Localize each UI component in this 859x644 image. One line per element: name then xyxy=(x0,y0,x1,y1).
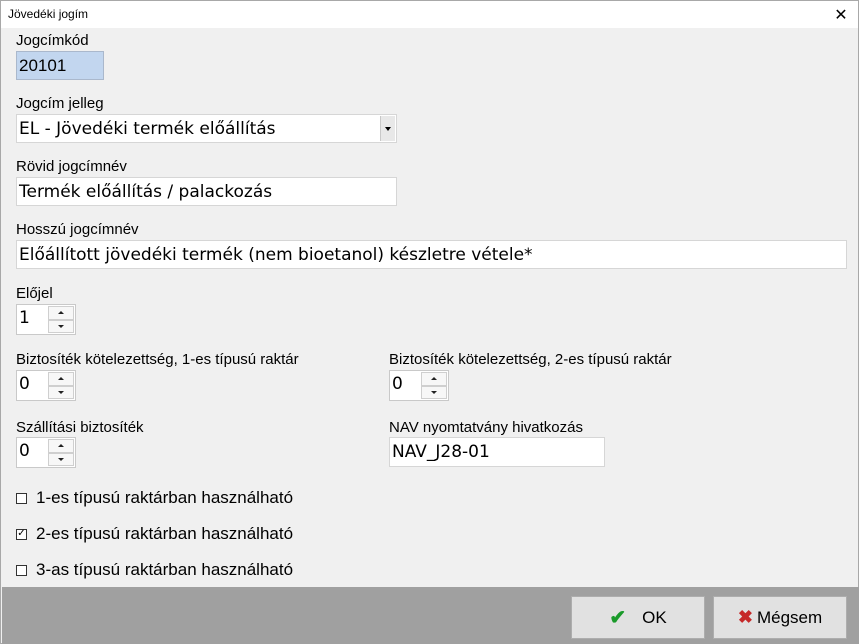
transport-guarantee-value: 0 xyxy=(19,441,30,461)
code-field[interactable]: 20101 xyxy=(16,51,104,80)
transport-guarantee-label: Szállítási biztosíték xyxy=(16,419,144,436)
type-select[interactable]: EL - Jövedéki termék előállítás xyxy=(16,114,397,143)
spin-up-button[interactable] xyxy=(421,372,447,386)
checkbox-type2-label: 2-es típusú raktárban használható xyxy=(36,524,294,543)
short-name-value: Termék előállítás / palackozás xyxy=(19,181,273,202)
close-button[interactable]: ✕ xyxy=(824,1,858,28)
spin-down-button[interactable] xyxy=(48,452,74,466)
guarantee-type2-stepper[interactable]: 0 xyxy=(389,370,449,401)
guarantee-type1-value: 0 xyxy=(19,374,30,394)
window-title: Jövedéki jogím xyxy=(8,7,89,21)
arrow-up-icon xyxy=(431,377,437,381)
spin-down-button[interactable] xyxy=(48,319,74,333)
x-icon: ✖ xyxy=(737,607,753,627)
arrow-down-icon xyxy=(431,390,437,394)
code-label: Jogcímkód xyxy=(16,32,89,49)
guarantee-type1-label: Biztosíték kötelezettség, 1-es típusú ra… xyxy=(16,351,299,368)
cancel-button-label: Mégsem xyxy=(756,607,823,627)
checkbox-type2-box[interactable]: ✓ xyxy=(16,528,27,540)
type-value: EL - Jövedéki termék előállítás xyxy=(19,118,276,139)
close-icon: ✕ xyxy=(834,5,848,24)
type-label: Jogcím jelleg xyxy=(16,95,104,112)
arrow-down-icon xyxy=(58,457,64,461)
checkbox-type3-label: 3-as típusú raktárban használható xyxy=(36,560,294,579)
sign-value: 1 xyxy=(19,308,30,328)
button-bar: ✔ OK ✖ Mégsem xyxy=(2,587,859,644)
checkbox-type1-label: 1-es típusú raktárban használható xyxy=(36,488,294,507)
code-value: 20101 xyxy=(19,55,67,75)
nav-ref-value: NAV_J28-01 xyxy=(392,442,490,462)
checkbox-type1-box[interactable] xyxy=(16,492,27,504)
checkbox-type3-box[interactable] xyxy=(16,564,27,576)
arrow-up-icon xyxy=(58,444,64,448)
guarantee-type2-label: Biztosíték kötelezettség, 2-es típusú ra… xyxy=(389,351,672,368)
spin-down-button[interactable] xyxy=(421,385,447,399)
checkmark-icon: ✔ xyxy=(609,607,627,629)
chevron-down-icon[interactable] xyxy=(380,116,395,141)
sign-label: Előjel xyxy=(16,285,53,302)
checkbox-type3[interactable]: 3-as típusú raktárban használható xyxy=(16,560,293,580)
guarantee-type1-stepper[interactable]: 0 xyxy=(16,370,76,401)
short-name-label: Rövid jogcímnév xyxy=(16,158,127,175)
title-bar: Jövedéki jogím ✕ xyxy=(1,1,858,28)
spin-down-button[interactable] xyxy=(48,385,74,399)
checkbox-type2[interactable]: ✓ 2-es típusú raktárban használható xyxy=(16,524,293,544)
ok-button-label: OK xyxy=(642,607,667,627)
checkbox-type1[interactable]: 1-es típusú raktárban használható xyxy=(16,488,293,508)
nav-ref-label: NAV nyomtatvány hivatkozás xyxy=(389,419,583,436)
transport-guarantee-stepper[interactable]: 0 xyxy=(16,437,76,468)
arrow-down-icon xyxy=(58,324,64,328)
spin-up-button[interactable] xyxy=(48,372,74,386)
short-name-field[interactable]: Termék előállítás / palackozás xyxy=(16,177,397,206)
spin-up-button[interactable] xyxy=(48,439,74,453)
long-name-label: Hosszú jogcímnév xyxy=(16,221,139,238)
nav-ref-field[interactable]: NAV_J28-01 xyxy=(389,437,605,467)
spin-up-button[interactable] xyxy=(48,306,74,320)
guarantee-type2-value: 0 xyxy=(392,374,403,394)
ok-button[interactable]: ✔ OK xyxy=(571,596,705,639)
arrow-down-icon xyxy=(58,390,64,394)
arrow-up-icon xyxy=(58,311,64,315)
cancel-button[interactable]: ✖ Mégsem xyxy=(713,596,847,639)
long-name-value: Előállított jövedéki termék (nem bioetan… xyxy=(19,244,533,265)
arrow-up-icon xyxy=(58,377,64,381)
checkmark-icon: ✓ xyxy=(17,528,26,539)
sign-stepper[interactable]: 1 xyxy=(16,304,76,335)
dialog-window: Jövedéki jogím ✕ Jogcímkód 20101 Jogcím … xyxy=(0,0,859,644)
long-name-field[interactable]: Előállított jövedéki termék (nem bioetan… xyxy=(16,240,847,269)
